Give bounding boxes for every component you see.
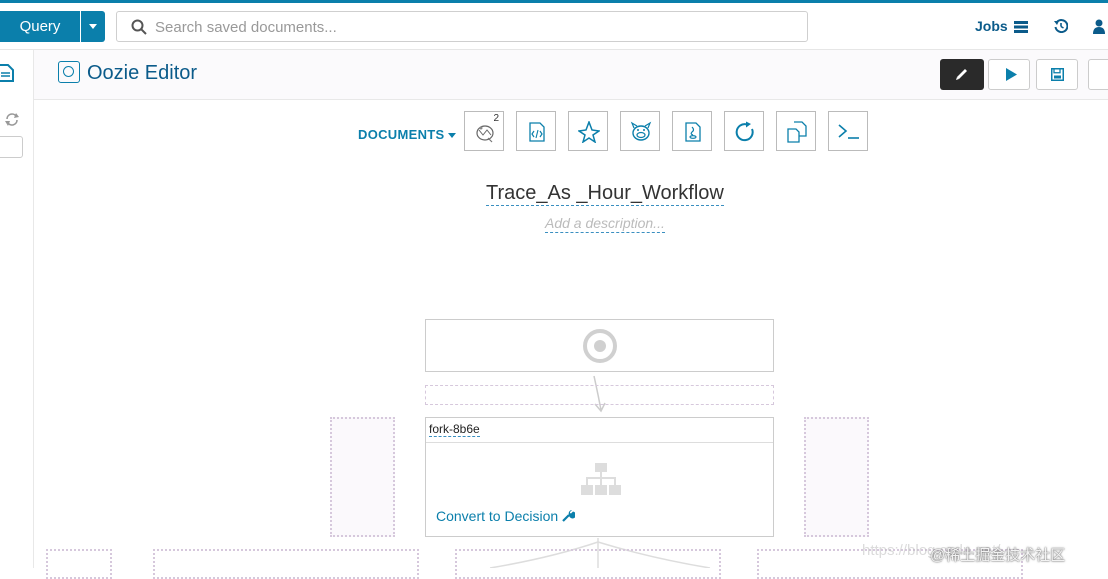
search-icon bbox=[131, 19, 147, 35]
save-icon bbox=[1051, 68, 1064, 81]
play-icon bbox=[1006, 68, 1017, 81]
watermark-text: @稀土掘金技术社区 bbox=[930, 547, 1066, 564]
editor-header-bar: Oozie Editor bbox=[34, 50, 1108, 100]
hive-action-button[interactable]: 2 bbox=[464, 111, 504, 151]
start-target-icon bbox=[583, 329, 617, 363]
assist-filter-input[interactable] bbox=[0, 136, 23, 158]
pencil-icon bbox=[956, 69, 967, 80]
script-action-button[interactable] bbox=[516, 111, 556, 151]
documents-dropdown[interactable]: DOCUMENTS bbox=[358, 127, 457, 142]
search-input[interactable] bbox=[153, 12, 797, 43]
query-button[interactable]: Query bbox=[0, 11, 80, 42]
edit-button[interactable] bbox=[940, 59, 984, 90]
pig-icon bbox=[630, 121, 652, 141]
user-icon[interactable] bbox=[1093, 19, 1108, 34]
document-icon[interactable] bbox=[0, 64, 14, 82]
save-button[interactable] bbox=[1036, 59, 1078, 90]
jobs-list-icon[interactable] bbox=[1014, 21, 1028, 33]
wrench-icon bbox=[562, 510, 577, 522]
search-box[interactable] bbox=[116, 11, 808, 43]
oozie-editor-icon bbox=[58, 61, 80, 83]
left-assist-panel bbox=[0, 50, 34, 568]
distcp-icon bbox=[787, 121, 807, 143]
jobs-link[interactable]: Jobs bbox=[975, 18, 1008, 34]
sub-workflow-icon bbox=[735, 121, 754, 142]
refresh-icon[interactable] bbox=[4, 112, 20, 126]
bottom-drop-zone-1[interactable] bbox=[46, 549, 112, 579]
convert-label: Convert to Decision bbox=[436, 508, 559, 524]
start-node[interactable] bbox=[425, 319, 774, 372]
distcp-action-button[interactable] bbox=[776, 111, 816, 151]
top-navbar: Query Jobs bbox=[0, 3, 1108, 50]
spark-action-button[interactable] bbox=[568, 111, 608, 151]
left-fork-drop-zone[interactable] bbox=[330, 417, 395, 537]
query-dropdown-toggle[interactable] bbox=[81, 11, 105, 42]
bottom-drop-zone-3[interactable] bbox=[455, 549, 721, 579]
run-button[interactable] bbox=[988, 59, 1030, 90]
fork-name[interactable]: fork-8b6e bbox=[429, 423, 480, 437]
page-title: Oozie Editor bbox=[87, 62, 198, 84]
action-drop-zone[interactable] bbox=[425, 385, 774, 405]
more-actions-button[interactable] bbox=[1088, 59, 1108, 90]
bottom-drop-zone-2[interactable] bbox=[153, 549, 419, 579]
java-action-button[interactable] bbox=[672, 111, 712, 151]
sitemap-icon bbox=[581, 463, 621, 495]
sub-workflow-action-button[interactable] bbox=[724, 111, 764, 151]
convert-to-decision-link[interactable]: Convert to Decision bbox=[436, 508, 577, 524]
hive-count-badge: 2 bbox=[493, 113, 499, 124]
hive-icon bbox=[476, 125, 494, 143]
fork-header: fork-8b6e bbox=[426, 418, 773, 443]
right-fork-drop-zone[interactable] bbox=[804, 417, 869, 537]
spark-icon bbox=[578, 121, 600, 143]
workflow-description[interactable]: Add a description... bbox=[545, 214, 665, 233]
java-icon bbox=[685, 122, 701, 142]
chevron-down-icon bbox=[448, 133, 457, 139]
history-icon[interactable] bbox=[1054, 19, 1068, 33]
fork-node[interactable]: fork-8b6e Convert to Decision bbox=[425, 417, 774, 537]
shell-action-button[interactable] bbox=[828, 111, 868, 151]
workflow-name[interactable]: Trace_As _Hour_Workflow bbox=[486, 181, 724, 206]
shell-icon bbox=[838, 124, 859, 139]
pig-action-button[interactable] bbox=[620, 111, 660, 151]
documents-label: DOCUMENTS bbox=[358, 127, 445, 142]
script-icon bbox=[529, 122, 545, 142]
